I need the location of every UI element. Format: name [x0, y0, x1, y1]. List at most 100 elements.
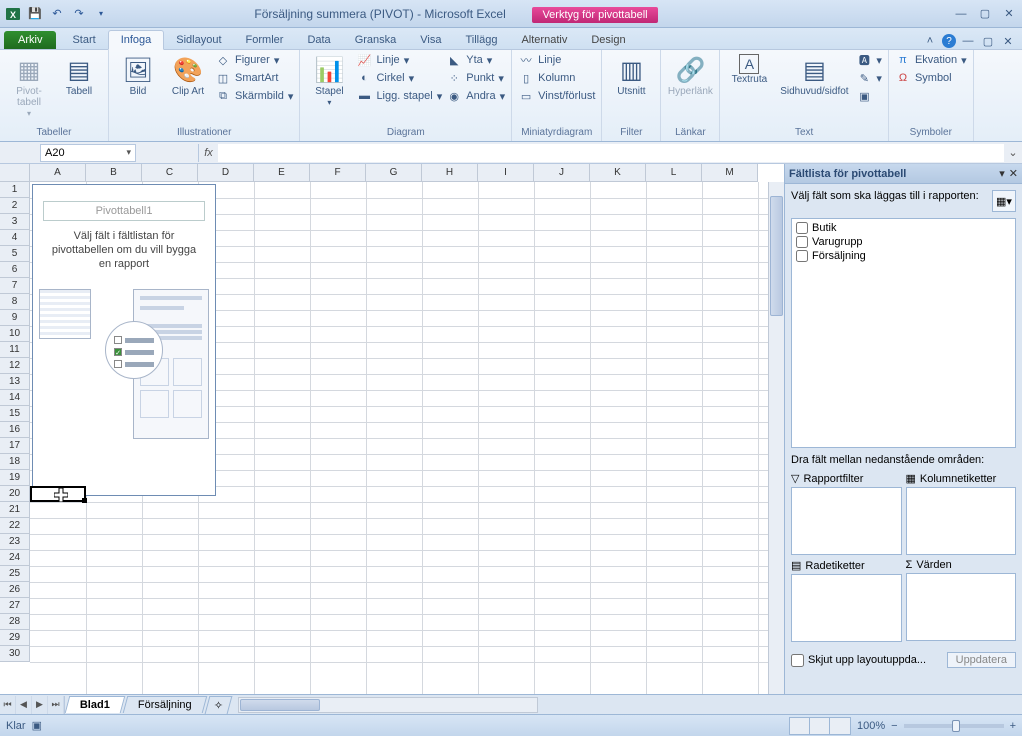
- clipart-button[interactable]: 🎨Clip Art: [165, 52, 211, 99]
- row-header[interactable]: 13: [0, 374, 30, 390]
- namebox-dropdown-icon[interactable]: ▾: [126, 147, 131, 158]
- row-header[interactable]: 28: [0, 614, 30, 630]
- excel-icon[interactable]: X: [4, 5, 22, 23]
- row-header[interactable]: 9: [0, 310, 30, 326]
- field-item-varugrupp[interactable]: Varugrupp: [794, 235, 1013, 249]
- field-list-close-icon[interactable]: ✕: [1009, 167, 1018, 180]
- tab-tillagg[interactable]: Tillägg: [453, 31, 509, 49]
- shapes-button[interactable]: ◇Figurer ▾: [215, 52, 293, 68]
- field-checkbox[interactable]: [796, 250, 808, 262]
- sheet-nav-last-icon[interactable]: ⏭: [48, 696, 64, 714]
- row-header[interactable]: 5: [0, 246, 30, 262]
- wordart-button[interactable]: 🅰▾: [856, 52, 882, 68]
- row-header[interactable]: 29: [0, 630, 30, 646]
- screenshot-button[interactable]: ⧉Skärmbild ▾: [215, 88, 293, 104]
- help-icon[interactable]: ?: [942, 34, 956, 48]
- restore-icon[interactable]: ▢: [976, 7, 994, 21]
- column-header[interactable]: F: [310, 164, 366, 182]
- column-header[interactable]: A: [30, 164, 86, 182]
- column-header[interactable]: H: [422, 164, 478, 182]
- row-header[interactable]: 3: [0, 214, 30, 230]
- tab-alternativ[interactable]: Alternativ: [509, 31, 579, 49]
- table-button[interactable]: ▤Tabell: [56, 52, 102, 99]
- update-button[interactable]: Uppdatera: [947, 652, 1016, 668]
- qat-dropdown-icon[interactable]: ▾: [92, 5, 110, 23]
- smartart-button[interactable]: ◫SmartArt: [215, 70, 293, 86]
- column-header[interactable]: E: [254, 164, 310, 182]
- textbox-button[interactable]: ATextruta: [726, 52, 772, 87]
- column-header[interactable]: K: [590, 164, 646, 182]
- zoom-slider[interactable]: [904, 724, 1004, 728]
- sheet-nav-prev-icon[interactable]: ◀: [16, 696, 32, 714]
- row-header[interactable]: 16: [0, 422, 30, 438]
- row-header[interactable]: 4: [0, 230, 30, 246]
- minimize-icon[interactable]: —: [952, 7, 970, 21]
- select-all-corner[interactable]: [0, 164, 30, 182]
- row-header[interactable]: 6: [0, 262, 30, 278]
- formula-input[interactable]: [218, 144, 1004, 162]
- vertical-scrollbar[interactable]: [768, 182, 784, 694]
- row-header[interactable]: 14: [0, 390, 30, 406]
- expand-formula-icon[interactable]: ⌄: [1004, 146, 1022, 159]
- field-list-layout-button[interactable]: ▦▾: [992, 190, 1016, 212]
- row-header[interactable]: 17: [0, 438, 30, 454]
- tab-sidlayout[interactable]: Sidlayout: [164, 31, 233, 49]
- symbol-button[interactable]: ΩSymbol: [895, 70, 967, 86]
- sheet-nav-first-icon[interactable]: ⏮: [0, 696, 16, 714]
- row-header[interactable]: 1: [0, 182, 30, 198]
- pivottable-button[interactable]: ▦Pivot- tabell▾: [6, 52, 52, 121]
- picture-button[interactable]: 🖼Bild: [115, 52, 161, 99]
- file-tab[interactable]: Arkiv: [4, 31, 56, 49]
- field-item-forsaljning[interactable]: Försäljning: [794, 249, 1013, 263]
- row-header[interactable]: 18: [0, 454, 30, 470]
- sheet-tab-blad1[interactable]: Blad1: [65, 696, 126, 713]
- other-charts-button[interactable]: ◉Andra ▾: [446, 88, 505, 104]
- sheet-nav-next-icon[interactable]: ▶: [32, 696, 48, 714]
- doc-restore-icon[interactable]: ▢: [980, 33, 996, 49]
- save-icon[interactable]: 💾: [26, 5, 44, 23]
- pagebreak-view-button[interactable]: [830, 718, 850, 734]
- column-header[interactable]: M: [702, 164, 758, 182]
- tab-visa[interactable]: Visa: [408, 31, 453, 49]
- area-chart-button[interactable]: ◣Yta ▾: [446, 52, 505, 68]
- row-header[interactable]: 30: [0, 646, 30, 662]
- worksheet-grid[interactable]: ABCDEFGHIJKLM 12345678910111213141516171…: [0, 164, 784, 694]
- row-header[interactable]: 24: [0, 550, 30, 566]
- tab-infoga[interactable]: Infoga: [108, 30, 165, 50]
- row-header[interactable]: 21: [0, 502, 30, 518]
- horizontal-scrollbar[interactable]: [238, 697, 538, 713]
- tab-start[interactable]: Start: [60, 31, 107, 49]
- field-list[interactable]: Butik Varugrupp Försäljning: [791, 218, 1016, 448]
- zoom-out-button[interactable]: −: [891, 720, 897, 732]
- hyperlink-button[interactable]: 🔗Hyperlänk: [667, 52, 713, 99]
- sparkline-winloss-button[interactable]: ▭Vinst/förlust: [518, 88, 595, 104]
- sparkline-line-button[interactable]: 〰Linje: [518, 52, 595, 68]
- column-header[interactable]: I: [478, 164, 534, 182]
- column-header[interactable]: D: [198, 164, 254, 182]
- new-sheet-button[interactable]: ✧: [204, 696, 232, 714]
- row-header[interactable]: 20: [0, 486, 30, 502]
- slicer-button[interactable]: ▥Utsnitt: [608, 52, 654, 99]
- tab-formler[interactable]: Formler: [234, 31, 296, 49]
- equation-button[interactable]: πEkvation ▾: [895, 52, 967, 68]
- column-header[interactable]: B: [86, 164, 142, 182]
- column-chart-button[interactable]: 📊Stapel▾: [306, 52, 352, 110]
- field-checkbox[interactable]: [796, 236, 808, 248]
- object-button[interactable]: ▣: [856, 88, 882, 104]
- sheet-tab-forsaljning[interactable]: Försäljning: [123, 696, 207, 713]
- doc-close-icon[interactable]: ✕: [1000, 33, 1016, 49]
- column-labels-dropzone[interactable]: [906, 487, 1017, 555]
- row-header[interactable]: 8: [0, 294, 30, 310]
- headerfooter-button[interactable]: ▤Sidhuvud/sidfot: [776, 52, 852, 99]
- tab-design[interactable]: Design: [579, 31, 637, 49]
- row-header[interactable]: 26: [0, 582, 30, 598]
- row-header[interactable]: 11: [0, 342, 30, 358]
- normal-view-button[interactable]: [790, 718, 810, 734]
- row-header[interactable]: 2: [0, 198, 30, 214]
- column-header[interactable]: C: [142, 164, 198, 182]
- tab-data[interactable]: Data: [295, 31, 342, 49]
- column-header[interactable]: J: [534, 164, 590, 182]
- zoom-in-button[interactable]: +: [1010, 720, 1016, 732]
- row-header[interactable]: 7: [0, 278, 30, 294]
- scatter-chart-button[interactable]: ⁘Punkt ▾: [446, 70, 505, 86]
